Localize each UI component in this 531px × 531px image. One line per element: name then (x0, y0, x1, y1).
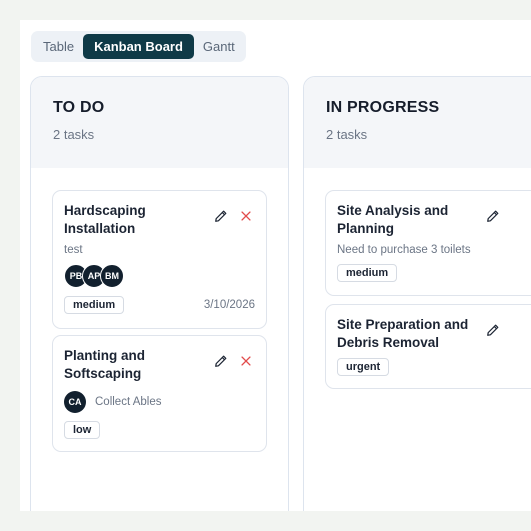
task-card[interactable]: Site Preparation and Debris Removal urge… (325, 304, 531, 389)
pencil-icon[interactable] (486, 323, 500, 337)
task-card[interactable]: Hardscaping Installation test PB AP BM m… (52, 190, 267, 329)
column-task-count: 2 tasks (53, 127, 95, 142)
card-description: Need to purchase 3 toilets (337, 244, 471, 256)
view-switcher: Table Kanban Board Gantt (31, 31, 246, 62)
task-card[interactable]: Site Analysis and Planning Need to purch… (325, 190, 531, 296)
column-title: IN PROGRESS (326, 99, 440, 116)
avatar[interactable]: BM (100, 264, 124, 288)
column-todo: TO DO 2 tasks Hardscaping Installation t… (30, 76, 289, 511)
tab-table[interactable]: Table (34, 34, 83, 59)
tab-kanban-board[interactable]: Kanban Board (83, 34, 194, 59)
close-icon[interactable] (239, 354, 253, 368)
pencil-icon[interactable] (486, 209, 500, 223)
assignee: CA Collect Ables (64, 391, 255, 413)
pencil-icon[interactable] (214, 209, 228, 223)
column-task-count: 2 tasks (326, 127, 368, 142)
avatar[interactable]: CA (64, 391, 86, 413)
close-icon[interactable] (239, 209, 253, 223)
card-title: Site Analysis and Planning (337, 203, 449, 236)
kanban-canvas: Table Kanban Board Gantt TO DO 2 tasks H… (20, 20, 531, 511)
card-description: test (64, 244, 83, 256)
pencil-icon[interactable] (214, 354, 228, 368)
column-header: TO DO 2 tasks (31, 77, 288, 168)
card-title: Site Preparation and Debris Removal (337, 317, 469, 350)
due-date: 3/10/2026 (203, 299, 255, 311)
priority-badge: urgent (337, 358, 390, 376)
card-title: Hardscaping Installation (64, 203, 146, 236)
column-title: TO DO (53, 99, 105, 116)
card-title: Planting and Softscaping (64, 348, 145, 381)
column-in-progress: IN PROGRESS 2 tasks Site Analysis and Pl… (303, 76, 531, 511)
assignee-avatars: PB AP BM (64, 264, 255, 288)
column-header: IN PROGRESS 2 tasks (304, 77, 531, 168)
assignee-name: Collect Ables (95, 396, 162, 408)
priority-badge: low (64, 421, 101, 439)
task-card[interactable]: Planting and Softscaping CA Collect Able… (52, 335, 267, 452)
priority-badge: medium (337, 264, 398, 282)
tab-gantt[interactable]: Gantt (194, 34, 244, 59)
priority-badge: medium (64, 296, 125, 314)
